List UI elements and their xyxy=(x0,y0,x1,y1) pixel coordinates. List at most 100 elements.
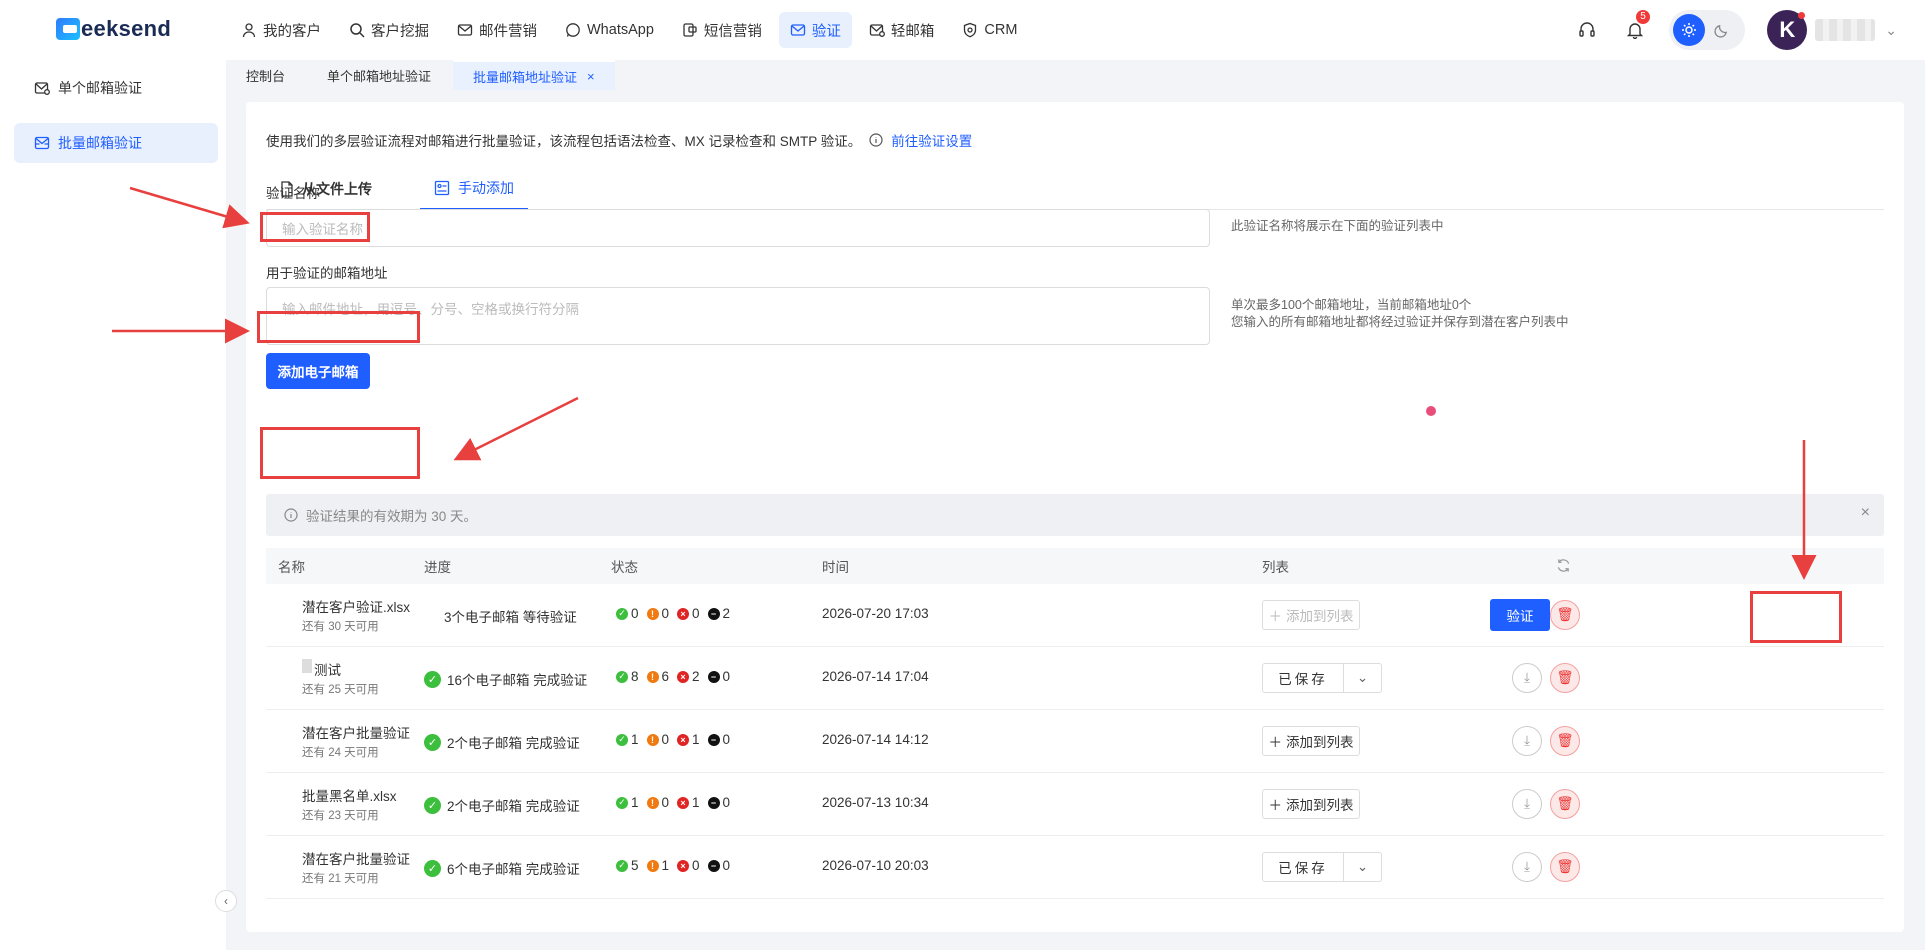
close-icon[interactable]: × xyxy=(1861,504,1870,522)
notifications-button[interactable]: 5 xyxy=(1621,10,1650,44)
dark-mode-button[interactable] xyxy=(1705,14,1737,46)
emails-hint-save: 您输入的所有邮箱地址都将经过验证并保存到潜在客户列表中 xyxy=(1231,315,1569,329)
col-list: 列表 xyxy=(1262,560,1289,575)
add-to-list-button[interactable]: ＋添加到列表 xyxy=(1262,600,1360,630)
close-icon[interactable]: × xyxy=(587,69,595,84)
delete-button[interactable]: 🗑 xyxy=(1550,789,1580,819)
mail-check-icon xyxy=(34,82,50,95)
delete-button[interactable]: 🗑 xyxy=(1550,726,1580,756)
theme-toggle[interactable] xyxy=(1669,10,1746,50)
nav-my-customers[interactable]: 我的客户 xyxy=(230,12,332,48)
risky-icon: ! xyxy=(646,670,659,683)
annotation-box-add-button xyxy=(260,427,420,479)
saved-label[interactable]: 已保存 xyxy=(1262,663,1344,693)
chevron-down-icon[interactable]: ⌄ xyxy=(1344,852,1382,882)
notification-count-badge: 5 xyxy=(1636,10,1650,24)
trash-icon: 🗑 xyxy=(1556,859,1574,874)
mail-batch-icon xyxy=(34,136,50,150)
sidebar-item-single-verify[interactable]: 单个邮箱验证 xyxy=(14,68,218,108)
manual-add-icon xyxy=(434,180,450,196)
row-time: 2026-07-14 17:04 xyxy=(822,669,929,684)
nav-sms-marketing[interactable]: 短信营销 xyxy=(671,12,773,48)
saved-dropdown[interactable]: 已保存 ⌄ xyxy=(1262,663,1382,693)
download-button[interactable]: ⤓ xyxy=(1512,663,1542,693)
table-row: 潜在客户批量验证 还有 21 天可用 ✓ 6个电子邮箱 完成验证 ✓ 5 ! 1 × 0… xyxy=(266,836,1884,899)
row-status: ✓ 1 ! 0 × 1 −0 xyxy=(616,732,730,747)
row-status: ✓ 8 ! 6 × 2 −0 xyxy=(616,669,730,684)
emails-label: 用于验证的邮箱地址 xyxy=(266,266,388,281)
headset-icon xyxy=(1579,22,1595,37)
col-time: 时间 xyxy=(822,560,849,575)
invalid-icon: × xyxy=(677,607,690,620)
risky-icon: ! xyxy=(646,859,659,872)
top-bar: eeksend 我的客户 客户挖掘 邮件营销 WhatsApp 短信营销 验证 xyxy=(0,0,1925,60)
nav-verify[interactable]: 验证 xyxy=(778,12,852,48)
user-avatar[interactable]: K xyxy=(1767,10,1808,50)
plus-icon: ＋ xyxy=(1268,735,1283,750)
sidebar-item-batch-verify[interactable]: 批量邮箱验证 xyxy=(14,123,218,163)
tab-dashboard[interactable]: 控制台 xyxy=(226,60,305,90)
verify-button[interactable]: 验证 xyxy=(1490,599,1550,631)
chevron-down-icon[interactable]: ⌄ xyxy=(1344,663,1382,693)
collapse-sidebar-button[interactable]: ‹ xyxy=(215,890,237,912)
row-status: ✓ 5 ! 1 × 0 −0 xyxy=(616,858,730,873)
risky-icon: ! xyxy=(646,607,659,620)
nav-light-mail[interactable]: 轻邮箱 xyxy=(858,12,946,48)
username-blurred[interactable] xyxy=(1815,19,1876,41)
top-right-area: 5 K ⌄ xyxy=(1573,0,1925,60)
support-headset-button[interactable] xyxy=(1573,16,1601,44)
validity-notice: 验证结果的有效期为 30 天。 × xyxy=(266,494,1884,536)
row-validity: 还有 24 天可用 xyxy=(302,747,379,759)
saved-dropdown[interactable]: 已保存 ⌄ xyxy=(1262,852,1382,882)
table-row: 潜在客户验证.xlsx 还有 30 天可用 3个电子邮箱 等待验证 ✓ 0 ! 0 … xyxy=(266,584,1884,647)
download-button[interactable]: ⤓ xyxy=(1512,789,1542,819)
col-progress: 进度 xyxy=(424,560,451,575)
download-button[interactable]: ⤓ xyxy=(1512,852,1542,882)
nav-email-marketing[interactable]: 邮件营销 xyxy=(446,12,548,48)
row-validity: 还有 21 天可用 xyxy=(302,873,379,885)
add-to-list-button[interactable]: ＋添加到列表 xyxy=(1262,789,1360,819)
whatsapp-icon xyxy=(566,23,580,37)
col-status: 状态 xyxy=(611,560,638,575)
row-name: 潜在客户验证.xlsx xyxy=(302,600,410,615)
check-circle-icon: ✓ xyxy=(424,670,441,688)
invalid-icon: × xyxy=(677,859,690,872)
add-emails-button[interactable]: 添加电子邮箱 xyxy=(266,353,370,389)
delete-button[interactable]: 🗑 xyxy=(1550,663,1580,693)
download-button[interactable]: ⤓ xyxy=(1512,726,1542,756)
add-to-list-button[interactable]: ＋添加到列表 xyxy=(1262,726,1360,756)
row-time: 2026-07-14 14:12 xyxy=(822,732,929,747)
row-name: 潜在客户批量验证 xyxy=(302,726,410,741)
verify-name-input[interactable]: 输入验证名称 xyxy=(266,209,1210,247)
nav-crm[interactable]: CRM xyxy=(951,12,1028,48)
row-progress: ✓ 2个电子邮箱 完成验证 xyxy=(424,795,580,815)
light-mode-button[interactable] xyxy=(1673,14,1706,46)
delete-button[interactable]: 🗑 xyxy=(1550,600,1580,630)
nav-whatsapp[interactable]: WhatsApp xyxy=(554,12,665,48)
row-progress: ✓ 6个电子邮箱 完成验证 xyxy=(424,858,580,878)
emails-hint-limit: 单次最多100个邮箱地址，当前邮箱地址0个 xyxy=(1231,298,1472,312)
tab-single-verify[interactable]: 单个邮箱地址验证 xyxy=(307,60,451,90)
chevron-down-icon[interactable]: ⌄ xyxy=(1885,22,1897,39)
geeksend-logo[interactable]: eeksend xyxy=(56,16,171,42)
tab-batch-verify[interactable]: 批量邮箱地址验证 × xyxy=(453,60,615,90)
delete-button[interactable]: 🗑 xyxy=(1550,852,1580,882)
risky-icon: ! xyxy=(646,733,659,746)
refresh-icon[interactable] xyxy=(1556,558,1571,576)
trash-icon: 🗑 xyxy=(1556,733,1574,748)
row-status: ✓ 0 ! 0 × 0 −2 xyxy=(616,606,730,621)
tab-manual-add[interactable]: 手动添加 xyxy=(420,168,528,210)
crm-icon xyxy=(964,22,977,38)
invalid-icon: × xyxy=(677,670,690,683)
logo-text: eeksend xyxy=(81,16,172,41)
download-icon: ⤓ xyxy=(1524,796,1530,811)
moon-icon xyxy=(1714,24,1727,38)
verify-settings-link[interactable]: 前往验证设置 xyxy=(891,130,972,150)
download-icon: ⤓ xyxy=(1524,859,1530,874)
saved-label[interactable]: 已保存 xyxy=(1262,852,1344,882)
table-row: 批量黑名单.xlsx 还有 23 天可用 ✓ 2个电子邮箱 完成验证 ✓ 1 ! 0 … xyxy=(266,773,1884,836)
chevron-left-icon: ‹ xyxy=(224,894,228,908)
verify-name-label: 验证名称 xyxy=(266,186,320,201)
nav-customer-mining[interactable]: 客户挖掘 xyxy=(338,12,440,48)
row-time: 2026-07-13 10:34 xyxy=(822,795,929,810)
